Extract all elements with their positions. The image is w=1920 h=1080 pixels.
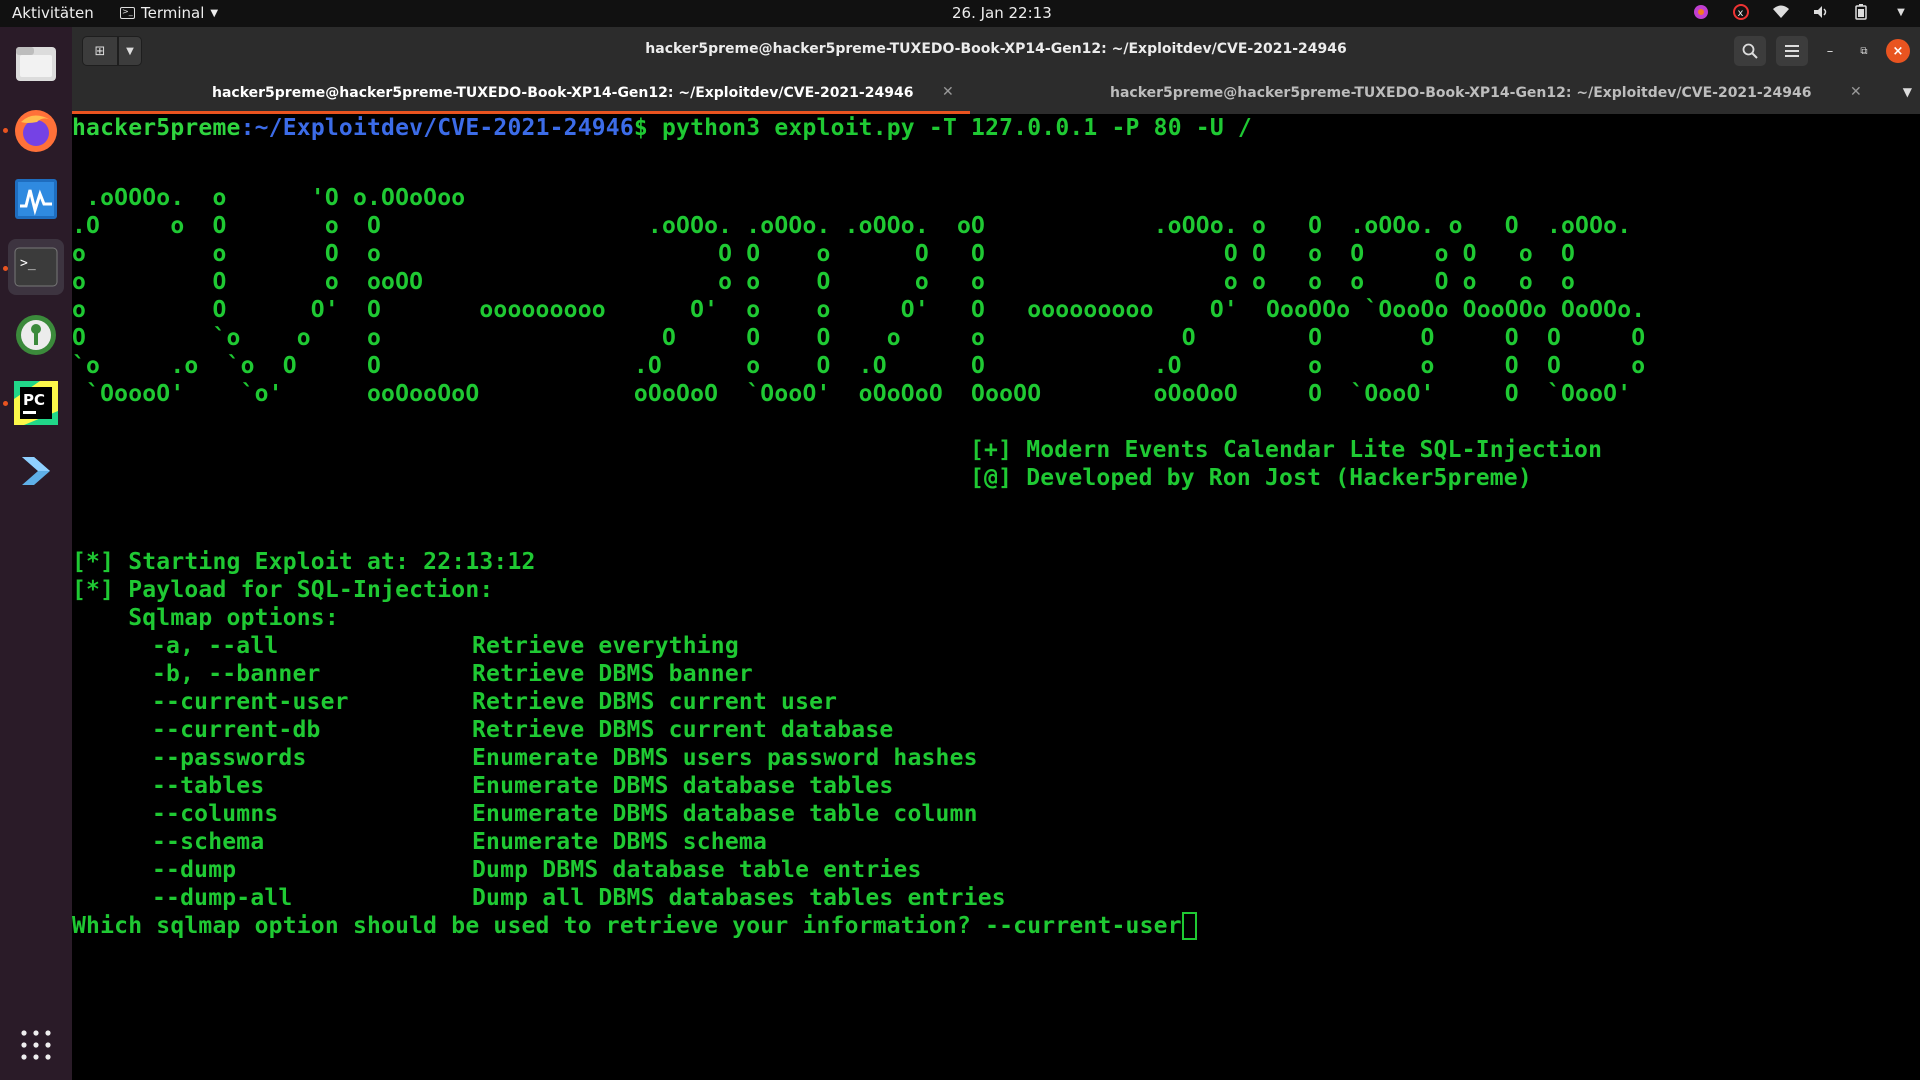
option-flag: --schema	[152, 829, 265, 855]
input-line: Which sqlmap option should be used to re…	[72, 912, 1197, 940]
color-picker-icon[interactable]	[1692, 3, 1710, 21]
system-monitor-app-button[interactable]	[8, 171, 64, 227]
window-title: hacker5preme@hacker5preme-TUXEDO-Book-XP…	[645, 41, 1347, 57]
option-description: Enumerate DBMS database tables	[472, 773, 894, 799]
banner-line: O `o o o O O O o o O O O O O O	[72, 325, 1646, 351]
search-button[interactable]	[1734, 36, 1766, 66]
wifi-icon[interactable]	[1772, 3, 1790, 21]
top-bar: Aktivitäten >_ Terminal ▼ 26. Jan 22:13 …	[0, 0, 1920, 27]
search-icon	[1742, 43, 1758, 59]
tab-close-icon[interactable]: ✕	[942, 84, 954, 100]
svg-text:x: x	[1738, 8, 1744, 19]
banner-line: `OoooO' `o' ooOooOoO oOoOoO `OooO' oOoOo…	[72, 381, 1632, 407]
firefox-app-button[interactable]	[8, 103, 64, 159]
app-menu[interactable]: >_ Terminal ▼	[120, 4, 218, 22]
text-cursor	[1181, 912, 1197, 940]
svg-text:>_: >_	[20, 256, 36, 271]
firefox-icon	[15, 110, 57, 152]
option-flag: --current-db	[152, 717, 321, 743]
maximize-button[interactable]: ⧉	[1852, 39, 1876, 63]
option-flag: --current-user	[152, 689, 349, 715]
restore-icon: ⧉	[1860, 45, 1868, 57]
show-applications-button[interactable]	[8, 1017, 64, 1073]
header-bar: ⊞ ▼ hacker5preme@hacker5preme-TUXEDO-Boo…	[72, 27, 1920, 73]
close-button[interactable]: ×	[1886, 39, 1910, 63]
power-menu-chevron-icon[interactable]: ▼	[1892, 3, 1910, 21]
show-applications-icon	[21, 1030, 51, 1060]
option-description: Retrieve DBMS banner	[472, 661, 753, 687]
banner-line: o O O' O ooooooooo O' o o O' O ooooooooo…	[72, 297, 1646, 323]
prompt-line: hacker5preme:~/Exploitdev/CVE-2021-24946…	[72, 114, 1252, 142]
clock[interactable]: 26. Jan 22:13	[952, 4, 1052, 22]
vscode-icon	[22, 457, 50, 485]
hamburger-icon	[1785, 45, 1799, 57]
banner-line: o o O o O O o O O O O o O o O o O	[72, 241, 1576, 267]
tab-label: hacker5preme@hacker5preme-TUXEDO-Book-XP…	[212, 85, 914, 101]
app-menu-label: Terminal	[141, 4, 205, 22]
scrollbar[interactable]	[1912, 114, 1920, 1080]
dock: >_ PC	[0, 27, 72, 1080]
files-icon	[16, 47, 56, 81]
keepass-icon	[16, 315, 56, 355]
info-line: [@] Developed by Ron Jost (Hacker5preme)	[970, 465, 1532, 491]
question-text: Which sqlmap option should be used to re…	[72, 913, 986, 939]
hamburger-menu-button[interactable]	[1776, 36, 1808, 66]
option-flag: --dump	[152, 857, 237, 883]
option-flag: --passwords	[152, 745, 307, 771]
tab-2[interactable]: hacker5preme@hacker5preme-TUXEDO-Book-XP…	[970, 73, 1890, 114]
option-flag: --tables	[152, 773, 265, 799]
option-flag: -a, --all	[152, 633, 279, 659]
tuxedo-control-icon[interactable]: x	[1732, 3, 1750, 21]
option-description: Retrieve DBMS current database	[472, 717, 894, 743]
info-line: [+] Modern Events Calendar Lite SQL-Inje…	[970, 437, 1603, 463]
svg-text:PC: PC	[23, 391, 45, 409]
option-flag: -b, --banner	[152, 661, 321, 687]
option-description: Dump all DBMS databases tables entries	[472, 885, 1006, 911]
tab-bar: hacker5preme@hacker5preme-TUXEDO-Book-XP…	[72, 73, 1920, 114]
pycharm-icon: PC	[14, 381, 58, 425]
minimize-button[interactable]: –	[1818, 39, 1842, 63]
option-flag: --columns	[152, 801, 279, 827]
tab-close-icon[interactable]: ✕	[1850, 84, 1862, 100]
volume-icon[interactable]	[1812, 3, 1830, 21]
option-description: Dump DBMS database table entries	[472, 857, 922, 883]
option-description: Retrieve DBMS current user	[472, 689, 838, 715]
battery-icon[interactable]	[1852, 3, 1870, 21]
minimize-icon: –	[1826, 43, 1834, 59]
terminal-output[interactable]: hacker5preme:~/Exploitdev/CVE-2021-24946…	[72, 114, 1912, 1080]
tab-label: hacker5preme@hacker5preme-TUXEDO-Book-XP…	[1110, 85, 1812, 101]
typed-answer: --current-user	[985, 913, 1182, 939]
option-description: Enumerate DBMS users password hashes	[472, 745, 978, 771]
terminal-small-icon: >_	[120, 7, 135, 19]
terminal-app-button[interactable]: >_	[8, 239, 64, 295]
prompt-path: :~/Exploitdev/CVE-2021-24946	[240, 115, 634, 141]
option-description: Enumerate DBMS database table column	[472, 801, 978, 827]
option-description: Enumerate DBMS schema	[472, 829, 767, 855]
activities-button[interactable]: Aktivitäten	[12, 4, 94, 22]
option-flag: --dump-all	[152, 885, 293, 911]
system-tray[interactable]: x ▼	[1692, 3, 1910, 21]
options-header: Sqlmap options:	[72, 605, 339, 631]
files-app-button[interactable]	[8, 35, 64, 91]
chevron-down-icon: ▼	[210, 7, 219, 19]
prompt-user: hacker5preme	[72, 115, 241, 141]
tab-1[interactable]: hacker5preme@hacker5preme-TUXEDO-Book-XP…	[72, 73, 970, 114]
status-line: [*] Starting Exploit at: 22:13:12	[72, 549, 536, 575]
banner-line: o O o ooOO o o O o o o o o o O o o o	[72, 269, 1576, 295]
close-icon: ×	[1892, 43, 1904, 59]
pycharm-app-button[interactable]: PC	[8, 375, 64, 431]
option-description: Retrieve everything	[472, 633, 739, 659]
banner-line: .oOOOo. o 'O o.OOoOoo	[72, 185, 466, 211]
banner-line: .O o O o O .oOOo. .oOOo. .oOOo. oO .oOOo…	[72, 213, 1632, 239]
prompt-command: $ python3 exploit.py -T 127.0.0.1 -P 80 …	[633, 115, 1252, 141]
terminal-window: ⊞ ▼ hacker5preme@hacker5preme-TUXEDO-Boo…	[72, 27, 1920, 1080]
tab-list-chevron-icon[interactable]: ▼	[1903, 85, 1912, 99]
keepass-app-button[interactable]	[8, 307, 64, 363]
status-line: [*] Payload for SQL-Injection:	[72, 577, 494, 603]
banner-line: `o .o `o O O .O o O .O O .O o o O O o	[72, 353, 1646, 379]
system-monitor-icon	[15, 179, 57, 219]
vscode-app-button[interactable]	[8, 443, 64, 499]
terminal-icon: >_	[14, 247, 58, 287]
